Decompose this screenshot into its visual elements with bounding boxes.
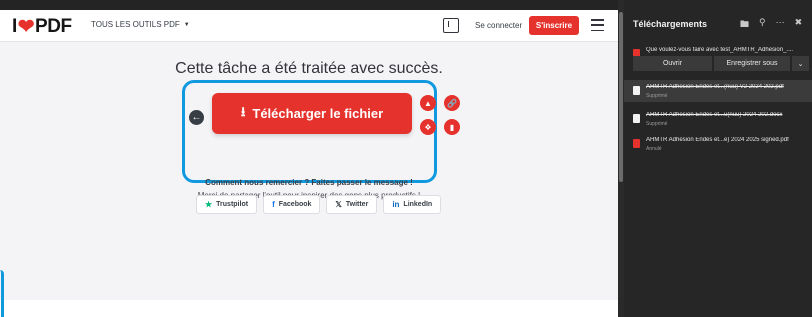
page-title: Cette tâche a été traitée avec succès. — [175, 60, 443, 77]
download-filename: AHMTR Adhesion Endes et...u(nuu) 2024 20… — [646, 112, 783, 118]
scrollbar-thumb[interactable] — [619, 12, 623, 182]
more-icon[interactable]: ⋯ — [776, 17, 785, 33]
dropbox-icon[interactable]: ❖ — [420, 119, 436, 135]
link-icon[interactable]: 🔗 — [444, 95, 460, 111]
result-section: Cette tâche a été traitée avec succès. ←… — [0, 43, 618, 300]
downloads-toolbar: 🖿 ⚲ ⋯ ✖ — [740, 17, 802, 33]
hamburger-menu-icon[interactable] — [591, 19, 604, 31]
star-icon: ★ — [205, 200, 213, 209]
chevron-down-icon: ▼ — [183, 21, 190, 28]
twitter-button[interactable]: 𝕏 Twitter — [326, 195, 378, 214]
download-status: Supprimé — [646, 93, 668, 99]
signup-button[interactable]: S'inscrire — [529, 16, 579, 35]
download-status: Annulé — [646, 146, 662, 152]
download-filename: AHMTR Adhesion Endes et...e) 2024 2025 s… — [646, 137, 789, 143]
save-as-button[interactable]: Enregistrer sous — [714, 56, 790, 71]
download-status: Supprimé — [646, 121, 668, 127]
downloads-panel: Téléchargements 🖿 ⚲ ⋯ ✖ Que voulez-vous … — [624, 0, 812, 317]
site-header: I ❤ PDF TOUS LES OUTILS PDF ▼ Se connect… — [0, 10, 618, 42]
all-tools-menu[interactable]: TOUS LES OUTILS PDF ▼ — [91, 20, 190, 29]
chevron-down-icon[interactable]: ⌄ — [792, 56, 809, 71]
linkedin-icon: in — [392, 200, 400, 209]
facebook-icon: f — [272, 200, 275, 209]
download-item[interactable]: AHMTR Adhesion Endes et...u(nuu) 2024 20… — [624, 108, 812, 130]
download-icon: ⭳ — [240, 103, 246, 119]
download-file-button[interactable]: ⭳ Télécharger le fichier — [212, 93, 412, 134]
pin-off-icon[interactable]: ✖ — [795, 17, 803, 33]
open-button[interactable]: Ouvrir — [633, 56, 712, 71]
trustpilot-button[interactable]: ★ Trustpilot — [196, 195, 258, 214]
ilovepdf-logo[interactable]: I ❤ PDF — [12, 16, 72, 38]
linkedin-button[interactable]: in LinkedIn — [383, 195, 442, 214]
x-logo-icon: 𝕏 — [335, 200, 342, 209]
ilovepdf-page: I ❤ PDF TOUS LES OUTILS PDF ▼ Se connect… — [0, 0, 618, 317]
download-filename: AHMTR Adhesion Endes et...(nuu) V2 2024 … — [646, 84, 784, 90]
browser-chrome-strip — [0, 0, 618, 10]
heart-icon: ❤ — [17, 16, 35, 38]
page-footer-strip — [0, 300, 618, 317]
facebook-button[interactable]: f Facebook — [263, 195, 321, 214]
social-share-buttons: ★ Trustpilot f Facebook 𝕏 Twitter in Lin… — [196, 195, 442, 214]
search-icon[interactable]: ⚲ — [759, 17, 766, 33]
download-item[interactable]: AHMTR Adhesion Endes et...e) 2024 2025 s… — [624, 133, 812, 155]
google-drive-icon[interactable]: ▲ — [420, 95, 436, 111]
file-icon — [633, 86, 640, 95]
downloads-title: Téléchargements — [633, 19, 708, 29]
folder-icon[interactable]: 🖿 — [740, 17, 749, 33]
pdf-file-icon — [633, 139, 640, 148]
back-arrow-icon[interactable]: ← — [189, 110, 204, 125]
login-link[interactable]: Se connecter — [475, 21, 522, 30]
download-actions: Ouvrir Enregistrer sous ⌄ — [633, 56, 809, 71]
highlight-edge — [0, 270, 4, 317]
desktop-download-icon[interactable] — [443, 18, 459, 33]
thanks-heading: Comment nous remercier ? Faites passer l… — [205, 178, 413, 187]
word-file-icon — [633, 114, 640, 123]
trash-icon[interactable]: ▮ — [444, 119, 460, 135]
download-item[interactable]: AHMTR Adhesion Endes et...(nuu) V2 2024 … — [624, 80, 812, 102]
download-prompt: Que voulez-vous faire avec test_AHMTR_Ad… — [646, 47, 794, 53]
